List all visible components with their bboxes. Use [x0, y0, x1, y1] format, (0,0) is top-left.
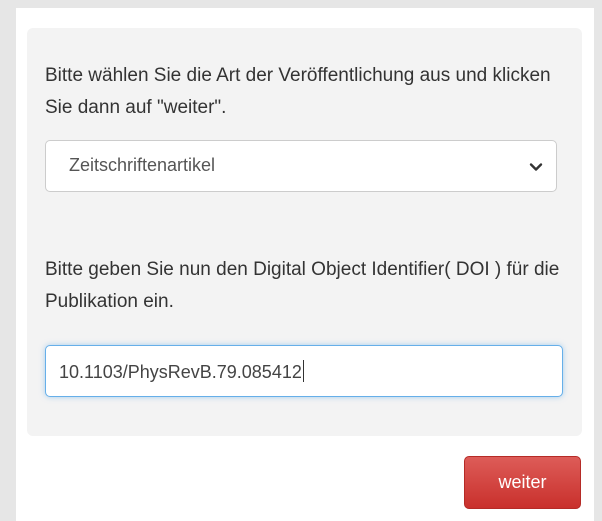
text-caret: [302, 360, 304, 382]
form-panel: Bitte wählen Sie die Art der Veröffentli…: [27, 28, 582, 436]
weiter-button[interactable]: weiter: [464, 456, 581, 509]
publication-type-selected-value: Zeitschriftenartikel: [69, 155, 216, 175]
form-card: Bitte wählen Sie die Art der Veröffentli…: [16, 8, 594, 521]
type-instruction-text: Bitte wählen Sie die Art der Veröffentli…: [45, 65, 551, 118]
publication-type-select[interactable]: Zeitschriftenartikel: [45, 140, 557, 192]
chevron-down-icon: [529, 163, 543, 171]
doi-input-value: 10.1103/PhysRevB.79.085412: [59, 362, 302, 382]
doi-input-value-wrapper: 10.1103/PhysRevB.79.085412: [59, 360, 304, 383]
doi-instruction-text: Bitte geben Sie nun den Digital Object I…: [45, 259, 560, 312]
doi-input-field[interactable]: 10.1103/PhysRevB.79.085412: [45, 345, 563, 397]
